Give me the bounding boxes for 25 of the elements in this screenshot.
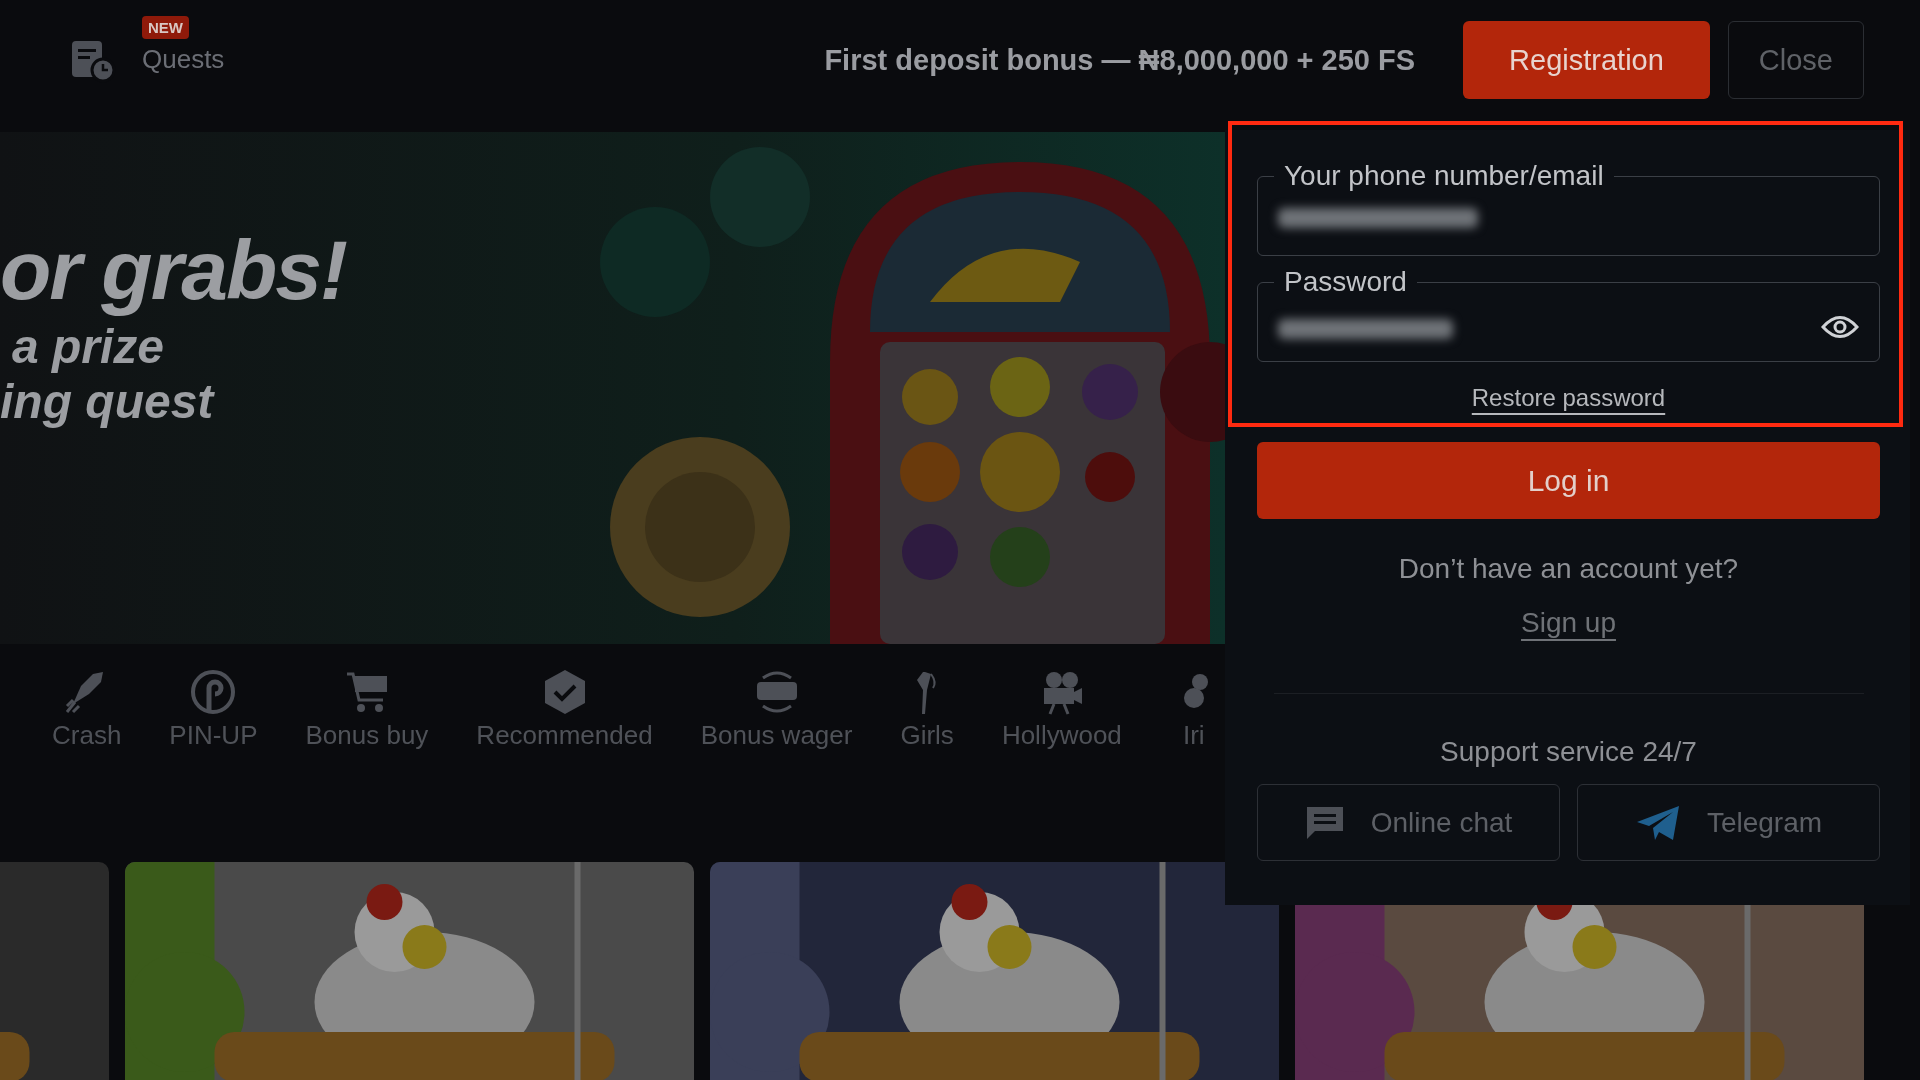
telegram-button[interactable]: Telegram xyxy=(1577,784,1880,861)
signup-prompt: Don’t have an account yet? xyxy=(1398,553,1739,585)
online-chat-button[interactable]: Online chat xyxy=(1257,784,1560,861)
coin-logo-icon xyxy=(189,668,238,716)
close-button[interactable]: Close xyxy=(1727,21,1864,99)
login-button[interactable]: Log in xyxy=(1257,442,1880,519)
signup-link[interactable]: Sign up xyxy=(1521,607,1616,639)
new-badge: NEW xyxy=(142,15,189,39)
category-tab[interactable]: Crash xyxy=(52,668,122,794)
category-tab[interactable]: Bonus buy xyxy=(305,668,429,794)
support-title: Support service 24/7 xyxy=(1440,736,1697,768)
chat-icon xyxy=(1304,804,1345,841)
category-tab[interactable]: Bonus wager xyxy=(700,668,853,794)
banner-text: a prize xyxy=(12,319,166,374)
banner-text: ing quest xyxy=(0,374,216,429)
category-tab[interactable]: Recommended xyxy=(476,668,653,794)
banner-text: or grabs! xyxy=(0,222,347,319)
promo-text: First deposit bonus — ₦8,000,000 + 250 FS xyxy=(824,43,1416,77)
category-tab[interactable]: Hollywood xyxy=(1001,668,1122,794)
category-tab[interactable]: Girls xyxy=(900,668,954,794)
quests-link[interactable]: Quests xyxy=(142,43,225,75)
category-tab[interactable]: Iri xyxy=(1169,668,1218,794)
registration-button[interactable]: Registration xyxy=(1463,21,1710,99)
category-tab[interactable]: PIN-UP xyxy=(169,668,258,794)
restore-password-link[interactable]: Restore password xyxy=(1471,384,1666,412)
